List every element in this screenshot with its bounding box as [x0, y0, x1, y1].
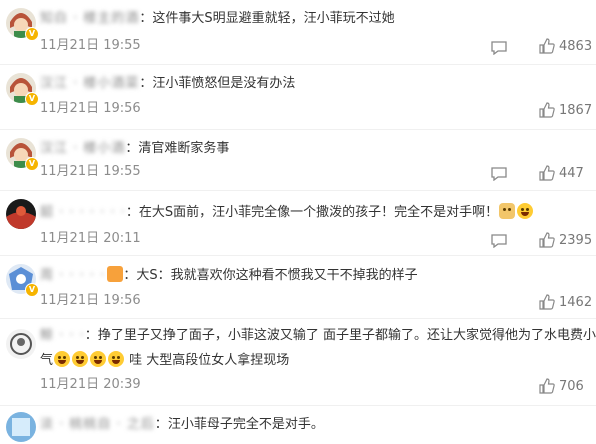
comment-item: 淡 · 桃桃自 · 之后：汪小菲母子完全不是对手。	[0, 406, 596, 442]
comment-text: 汪小菲愤怒但是没有办法	[152, 76, 296, 91]
comment-line: 汉江 · 楼小酒：清官难断家务事	[40, 140, 230, 158]
doge-emoji-icon	[499, 203, 516, 219]
timestamp: 11月21日 20:11	[40, 231, 141, 246]
comment-line: 汉江 · 楼小酒菜：汪小菲愤怒但是没有办法	[40, 75, 296, 93]
username[interactable]: 鲸 · · ·	[40, 327, 85, 345]
laugh-cry-emoji-icon	[517, 203, 534, 219]
like-count: 447	[559, 165, 584, 181]
username[interactable]: 知白 · 楼主的酒	[40, 10, 139, 28]
laugh-cry-emoji-icon	[90, 351, 107, 367]
comment-line-continued: 气 哇 大型高段位女人拿捏现场	[40, 351, 584, 370]
avatar[interactable]	[4, 327, 38, 361]
like-button[interactable]: 2395	[539, 232, 592, 248]
comment-item: V 汉江 · 楼小酒：清官难断家务事 11月21日 19:55 447	[0, 130, 596, 191]
comment-line: 周 · · · · · ：大S：我就喜欢你这种看不惯我又干不掉我的样子	[40, 266, 418, 285]
avatar[interactable]	[4, 197, 38, 231]
like-button[interactable]: 447	[539, 165, 584, 181]
red-black-avatar-icon	[6, 199, 36, 229]
like-count: 706	[559, 378, 584, 394]
like-count: 4863	[559, 38, 593, 54]
timestamp: 11月21日 19:56	[40, 293, 141, 308]
username[interactable]: 周 · · · · ·	[40, 267, 105, 285]
username[interactable]: 汉江 · 楼小酒菜	[40, 75, 139, 93]
like-count: 2395	[559, 232, 593, 248]
username[interactable]: 韶 · · · · · · ·	[40, 204, 126, 222]
comment-line: 鲸 · · ·：挣了里子又挣了面子，小菲这波又输了 面子里子都输了。还让大家觉得…	[40, 327, 596, 345]
laugh-cry-emoji-icon	[108, 351, 125, 367]
comment-text: 气	[40, 353, 54, 368]
like-count: 1867	[559, 102, 593, 118]
comment-item: V 周 · · · · · ：大S：我就喜欢你这种看不惯我又干不掉我的样子 11月…	[0, 256, 596, 319]
comment-text: 清官难断家务事	[138, 141, 230, 156]
comment-text: 大S：我就喜欢你这种看不惯我又干不掉我的样子	[136, 268, 418, 283]
verified-badge-icon: V	[25, 92, 39, 106]
comment-text: 这件事大S明显避重就轻，汪小菲玩不过她	[152, 11, 395, 26]
avatar[interactable]: V	[4, 6, 39, 41]
comment-text: 汪小菲母子完全不是对手。	[167, 417, 324, 432]
comment-line: 淡 · 桃桃自 · 之后：汪小菲母子完全不是对手。	[40, 416, 324, 434]
like-button[interactable]: 1462	[539, 294, 592, 310]
timestamp: 11月21日 19:55	[40, 164, 141, 179]
avatar[interactable]: V	[4, 136, 39, 171]
comment-line: 知白 · 楼主的酒：这件事大S明显避重就轻，汪小菲玩不过她	[40, 10, 395, 28]
avatar[interactable]: V	[4, 71, 39, 106]
reply-icon[interactable]	[490, 166, 508, 182]
comment-item: 鲸 · · ·：挣了里子又挣了面子，小菲这波又输了 面子里子都输了。还让大家觉得…	[0, 319, 596, 406]
like-button[interactable]: 706	[539, 378, 584, 394]
member-badge-icon	[107, 266, 124, 282]
comment-text: 在大S面前，汪小菲完全像一个撒泼的孩子！完全不是对手啊！	[138, 205, 499, 220]
thumbs-up-icon	[539, 378, 555, 394]
avatar[interactable]: V	[4, 262, 39, 297]
comment-text: 哇 大型高段位女人拿捏现场	[129, 353, 290, 368]
thumbs-up-icon	[539, 165, 555, 181]
comment-item: 韶 · · · · · · ·：在大S面前，汪小菲完全像一个撒泼的孩子！完全不是…	[0, 191, 596, 256]
thumbs-up-icon	[539, 102, 555, 118]
comment-item: V 知白 · 楼主的酒：这件事大S明显避重就轻，汪小菲玩不过她 11月21日 1…	[0, 0, 596, 65]
gray-round-avatar-icon	[6, 329, 36, 359]
laugh-cry-emoji-icon	[54, 351, 71, 367]
comment-text: 挣了里子又挣了面子，小菲这波又输了 面子里子都输了。还让大家觉得他为了水电费小家…	[97, 328, 596, 343]
verified-badge-icon: V	[25, 27, 39, 41]
verified-badge-icon: V	[25, 283, 39, 297]
like-button[interactable]: 1867	[539, 102, 592, 118]
thumbs-up-icon	[539, 38, 555, 54]
username[interactable]: 汉江 · 楼小酒	[40, 140, 125, 158]
comment-line: 韶 · · · · · · ·：在大S面前，汪小菲完全像一个撒泼的孩子！完全不是…	[40, 203, 584, 222]
timestamp: 11月21日 20:39	[40, 377, 141, 392]
thumbs-up-icon	[539, 294, 555, 310]
comment-item: V 汉江 · 楼小酒菜：汪小菲愤怒但是没有办法 11月21日 19:56 186…	[0, 65, 596, 130]
reply-icon[interactable]	[490, 233, 508, 249]
thumbs-up-icon	[539, 232, 555, 248]
laugh-cry-emoji-icon	[72, 351, 89, 367]
like-button[interactable]: 4863	[539, 38, 592, 54]
blue-square-avatar-icon	[6, 412, 36, 442]
reply-icon[interactable]	[490, 40, 508, 56]
like-count: 1462	[559, 294, 593, 310]
username[interactable]: 淡 · 桃桃自 · 之后	[40, 416, 155, 434]
timestamp: 11月21日 19:56	[40, 101, 141, 116]
timestamp: 11月21日 19:55	[40, 38, 141, 53]
verified-badge-icon: V	[25, 157, 39, 171]
